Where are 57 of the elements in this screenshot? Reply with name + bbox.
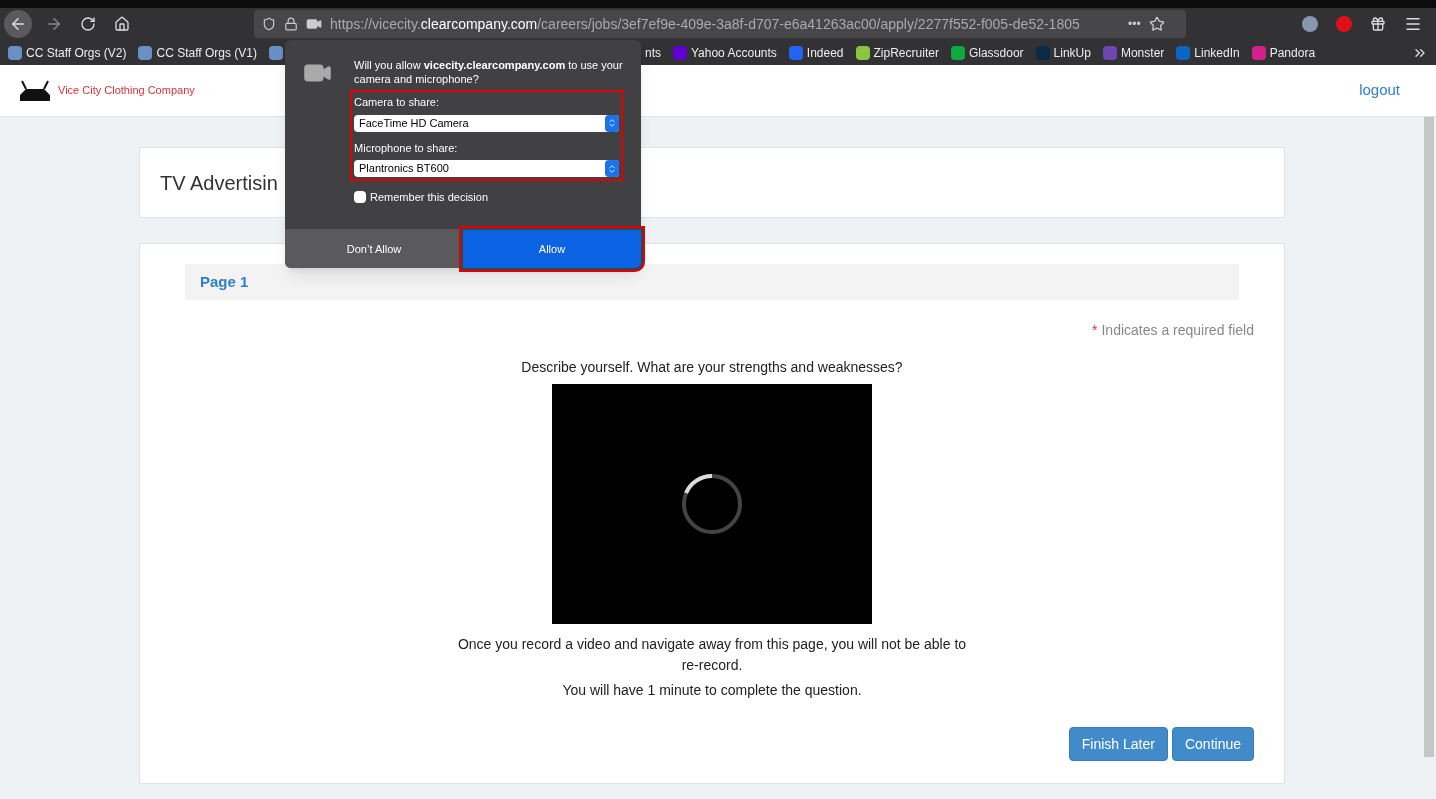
bookmark-item[interactable]: Yahoo Accounts [691, 43, 777, 62]
camera-icon [306, 16, 322, 32]
record-warning: Once you record a video and navigate away from this page, you will not be able to re-record. [456, 635, 968, 675]
bookmark-icon [1251, 45, 1266, 60]
bookmark-item[interactable]: Pandora [1269, 43, 1316, 62]
camera-label: Camera to share: [354, 95, 440, 110]
bookmark-icon [950, 45, 965, 60]
loading-spinner-icon [681, 473, 743, 535]
shield-icon [262, 17, 276, 31]
bookmark-item[interactable]: LinkUp [1053, 43, 1091, 62]
permission-prompt: Will you allow vicecity.clearcompany.com to use your camera and microphone? [354, 58, 623, 86]
bookmark-icon [673, 45, 687, 60]
stepper-icon [605, 160, 619, 177]
bookmark-icon [1102, 45, 1117, 60]
bookmark-item[interactable]: nts [644, 43, 661, 62]
microphone-select[interactable]: Plantronics BT600 [354, 160, 619, 177]
bookmark-item[interactable]: CC Staff Orgs (V1) [156, 43, 257, 62]
time-limit-note: You will have 1 minute to complete the question. [562, 681, 862, 700]
company-logo-text: Vice City Clothing Company [58, 83, 195, 99]
remember-checkbox[interactable] [354, 191, 367, 204]
question-text: Describe yourself. What are your strengths and weaknesses? [521, 358, 903, 377]
stepper-icon [605, 114, 619, 132]
address-bar[interactable]: https://vicecity.clearcompany.com/careers/jobs/3ef7ef9e-409e-3a8f-d707-e6a41263ac00/apply/2277f552-f005-de52-1805 ••• [254, 10, 1186, 38]
continue-button[interactable]: Continue [1171, 727, 1254, 761]
bookmark-item[interactable]: ZipRecruiter [873, 43, 939, 62]
job-title: TV Advertisin [160, 170, 278, 196]
bookmark-icon [1176, 45, 1191, 60]
bookmark-item[interactable]: LinkedIn [1194, 43, 1240, 62]
lock-icon [284, 17, 298, 31]
page-tab[interactable]: Page 1 [185, 264, 1239, 300]
remember-label: Remember this decision [370, 190, 489, 205]
logout-link[interactable]: logout [1359, 79, 1400, 102]
bookmark-icon [855, 45, 870, 60]
bookmark-item[interactable]: Monster [1120, 43, 1165, 62]
profile-avatar[interactable] [1302, 16, 1318, 32]
bookmark-item[interactable]: CC Staff Orgs (V2) [26, 43, 127, 62]
bookmark-icon [138, 45, 153, 60]
url-text: https://vicecity.clearcompany.com/careers/jobs/3ef7ef9e-409e-3a8f-d707-e6a41263ac00/apply/2277f552-f005-de52-1805 [330, 14, 1081, 34]
finish-later-button[interactable]: Finish Later [1068, 727, 1168, 761]
back-button[interactable] [4, 10, 32, 38]
required-asterisk: * [1092, 321, 1098, 340]
bookmark-icon [788, 45, 803, 60]
more-button[interactable]: ••• [1128, 15, 1141, 33]
camera-select[interactable]: FaceTime HD Camera [354, 114, 619, 132]
gift-icon[interactable] [1370, 16, 1386, 32]
bookmark-item[interactable]: Indeed [806, 43, 844, 62]
menu-icon[interactable] [1404, 15, 1422, 33]
bookmark-icon [1035, 45, 1050, 60]
microphone-label: Microphone to share: [354, 140, 459, 156]
bookmark-star-icon[interactable] [1148, 16, 1165, 32]
required-note: Indicates a required field [1101, 321, 1254, 340]
bookmark-icon [8, 45, 22, 60]
forward-arrow-icon [45, 15, 63, 33]
reload-icon [80, 16, 96, 32]
bookmark-item[interactable]: Glassdoor [968, 43, 1024, 62]
home-icon [114, 16, 130, 32]
bookmark-icon [268, 45, 283, 60]
